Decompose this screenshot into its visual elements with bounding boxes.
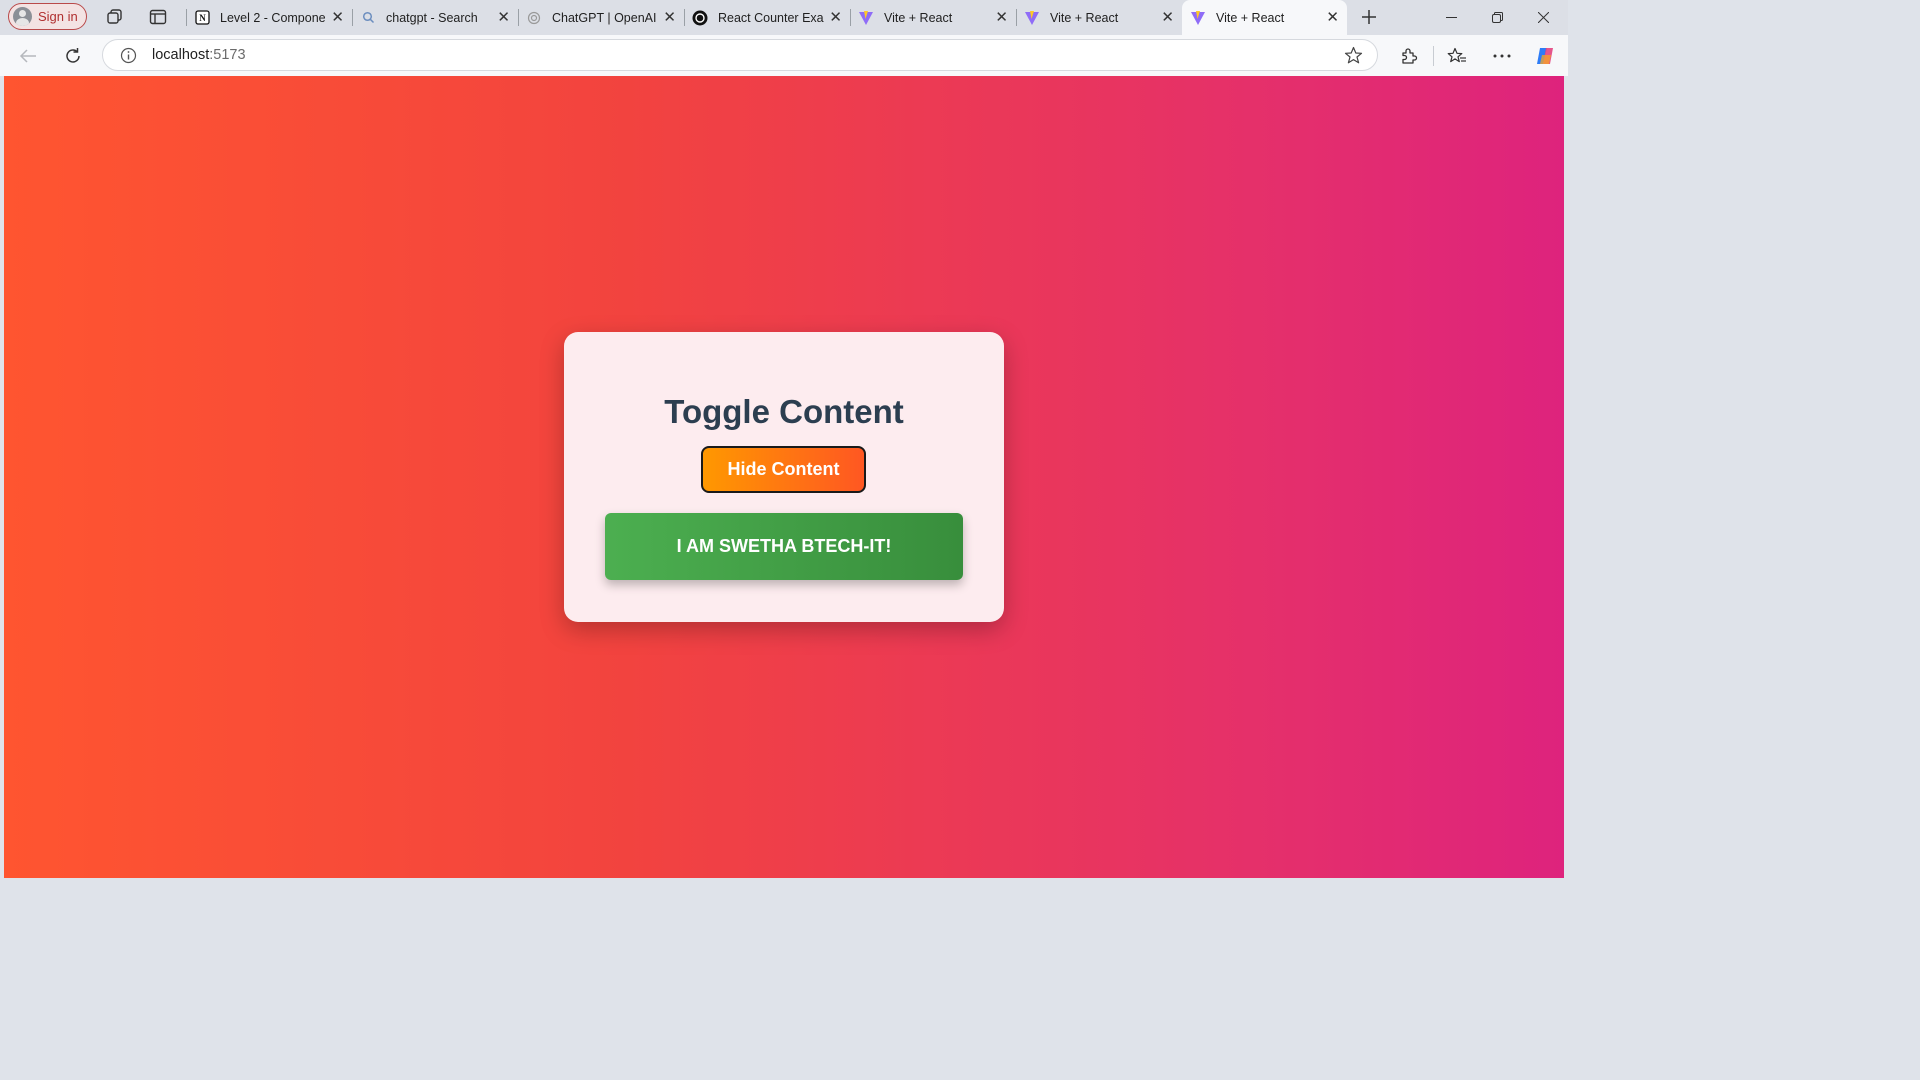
vite-icon bbox=[1024, 10, 1040, 26]
copilot-icon[interactable] bbox=[1532, 43, 1558, 69]
extensions-icon[interactable] bbox=[1395, 43, 1421, 69]
tab-close-icon[interactable]: ✕ bbox=[1326, 10, 1339, 25]
browser-toolbar: localhost:5173 bbox=[0, 35, 1568, 76]
tab-vite-react-1[interactable]: Vite + React ✕ bbox=[850, 0, 1016, 35]
workspaces-icon[interactable] bbox=[104, 7, 126, 27]
page-title: Toggle Content bbox=[664, 393, 904, 430]
favorite-star-icon[interactable] bbox=[1344, 46, 1363, 70]
tab-title: Vite + React bbox=[884, 10, 953, 25]
back-arrow-icon[interactable] bbox=[15, 43, 41, 69]
tab-separator bbox=[518, 9, 519, 26]
tab-close-icon[interactable]: ✕ bbox=[1161, 10, 1174, 25]
site-info-icon[interactable] bbox=[120, 47, 137, 69]
notion-icon: N bbox=[194, 10, 210, 26]
svg-text:N: N bbox=[199, 13, 206, 23]
toggled-content-text: I AM SWETHA BTECH-IT! bbox=[676, 536, 892, 556]
tab-separator bbox=[186, 9, 187, 26]
openai-icon bbox=[526, 10, 542, 26]
hide-content-button[interactable]: Hide Content bbox=[701, 446, 866, 493]
refresh-icon[interactable] bbox=[60, 43, 86, 69]
toolbar-divider bbox=[1433, 46, 1434, 66]
tab-strip: Sign in N Level 2 - Components ✕ chatgpt… bbox=[0, 0, 1568, 35]
favorites-icon[interactable] bbox=[1444, 43, 1470, 69]
tab-separator bbox=[850, 9, 851, 26]
tab-title: React Counter Example bbox=[718, 10, 824, 25]
url-host: localhost bbox=[152, 47, 210, 63]
tab-close-icon[interactable]: ✕ bbox=[829, 10, 842, 25]
tab-vite-react-2[interactable]: Vite + React ✕ bbox=[1016, 0, 1182, 35]
vertical-tabs-icon[interactable] bbox=[147, 7, 169, 27]
vite-icon bbox=[1190, 10, 1206, 26]
sign-in-button[interactable]: Sign in bbox=[8, 3, 87, 30]
profile-avatar-icon bbox=[13, 7, 32, 26]
address-bar[interactable]: localhost:5173 bbox=[102, 39, 1378, 71]
tab-chatgpt-search[interactable]: chatgpt - Search ✕ bbox=[352, 0, 518, 35]
toggle-card: Toggle Content Hide Content I AM SWETHA … bbox=[564, 332, 1004, 622]
tab-separator bbox=[684, 9, 685, 26]
tab-title: Level 2 - Components bbox=[220, 10, 326, 25]
sign-in-label: Sign in bbox=[38, 9, 78, 24]
tab-separator bbox=[352, 9, 353, 26]
page-viewport: Toggle Content Hide Content I AM SWETHA … bbox=[4, 76, 1564, 878]
tab-close-icon[interactable]: ✕ bbox=[663, 10, 676, 25]
tab-vite-react-active[interactable]: Vite + React ✕ bbox=[1182, 0, 1347, 35]
tab-separator bbox=[1016, 9, 1017, 26]
url-port: :5173 bbox=[209, 47, 246, 63]
toggled-content-box: I AM SWETHA BTECH-IT! bbox=[605, 513, 963, 580]
tab-close-icon[interactable]: ✕ bbox=[331, 10, 344, 25]
chatgpt-icon bbox=[692, 10, 708, 26]
tab-react-counter-example[interactable]: React Counter Example ✕ bbox=[684, 0, 850, 35]
search-icon bbox=[360, 10, 376, 26]
tab-title: Vite + React bbox=[1216, 10, 1285, 25]
tab-title: Vite + React bbox=[1050, 10, 1119, 25]
restore-icon[interactable] bbox=[1474, 0, 1520, 35]
url-text: localhost:5173 bbox=[152, 47, 246, 63]
window-close-icon[interactable] bbox=[1520, 0, 1566, 35]
tab-close-icon[interactable]: ✕ bbox=[995, 10, 1008, 25]
tab-close-icon[interactable]: ✕ bbox=[497, 10, 510, 25]
tab-title: chatgpt - Search bbox=[386, 10, 478, 25]
new-tab-icon[interactable] bbox=[1358, 7, 1380, 27]
vite-icon bbox=[858, 10, 874, 26]
tab-title: ChatGPT | OpenAI bbox=[552, 10, 657, 25]
minimize-icon[interactable] bbox=[1428, 0, 1474, 35]
tab-chatgpt-openai[interactable]: ChatGPT | OpenAI ✕ bbox=[518, 0, 684, 35]
more-options-icon[interactable] bbox=[1489, 43, 1515, 69]
tab-level-2-components[interactable]: N Level 2 - Components ✕ bbox=[186, 0, 352, 35]
